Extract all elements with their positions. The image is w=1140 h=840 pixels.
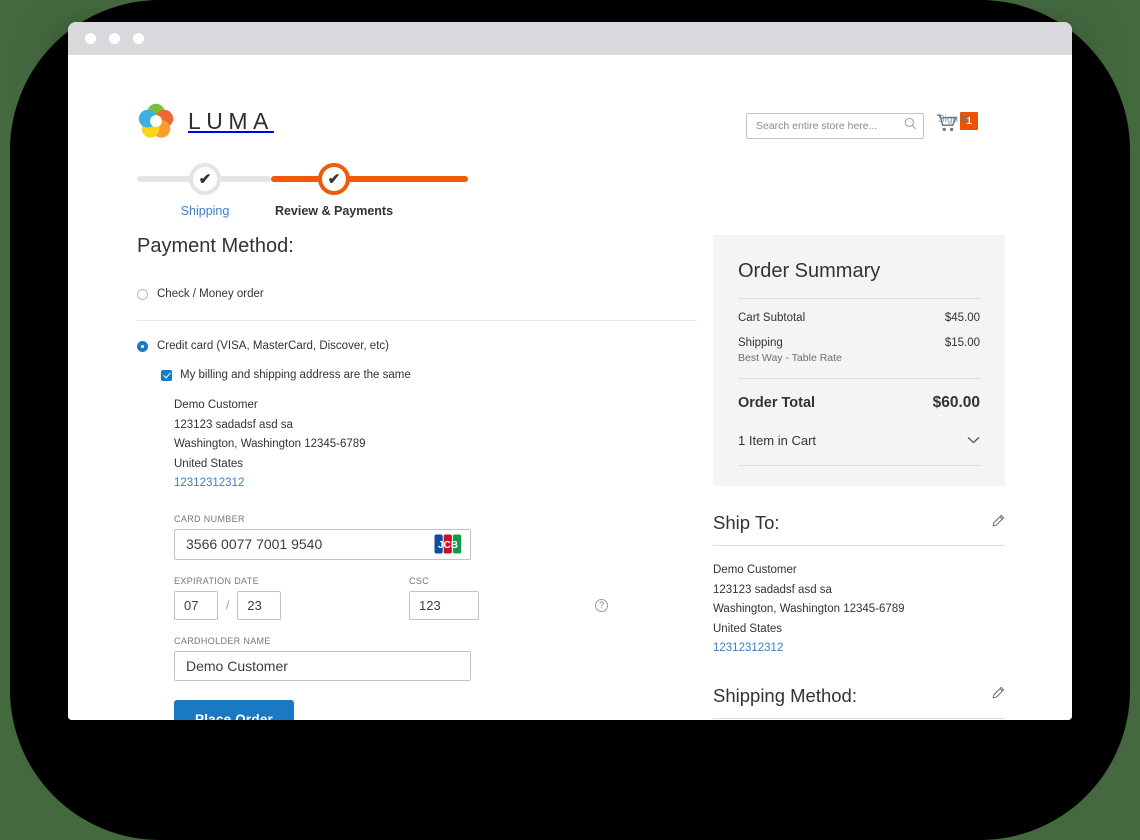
order-total-row: Order Total $60.00 <box>738 378 980 412</box>
expiration-date-group: EXPIRATION DATE / <box>174 576 409 620</box>
summary-row-value: $45.00 <box>945 312 980 324</box>
checkbox-icon-billing-same[interactable] <box>161 370 172 381</box>
browser-window: LUMA Sign In <box>68 22 1072 720</box>
search-box[interactable] <box>746 113 924 139</box>
place-order-button[interactable]: Place Order <box>174 700 294 721</box>
window-minimize-dot[interactable] <box>109 33 120 44</box>
ship-to-country: United States <box>713 620 1005 640</box>
question-mark-circle-icon[interactable]: ? <box>595 599 608 612</box>
ship-to-title: Ship To: <box>713 512 780 534</box>
summary-shipping-note: Best Way - Table Rate <box>738 349 980 364</box>
order-total-label: Order Total <box>738 395 815 411</box>
payment-option-credit-card[interactable]: Credit card (VISA, MasterCard, Discover,… <box>137 337 697 355</box>
card-number-label: CARD NUMBER <box>174 514 697 524</box>
order-summary-panel: Order Summary Cart Subtotal $45.00 Shipp… <box>713 235 1005 486</box>
luma-logo-link[interactable]: LUMA <box>137 102 274 140</box>
luma-wordmark: LUMA <box>188 108 274 135</box>
summary-row-label: Cart Subtotal <box>738 312 805 324</box>
svg-text:JCB: JCB <box>438 540 458 551</box>
payment-option-label: Check / Money order <box>157 288 264 300</box>
billing-same-as-shipping-row[interactable]: My billing and shipping address are the … <box>161 369 697 381</box>
summary-row-cart-subtotal: Cart Subtotal $45.00 <box>738 299 980 324</box>
csc-field[interactable]: ? <box>409 591 479 620</box>
site-header: LUMA Sign In <box>68 55 1072 127</box>
shipping-method-value: Best Way - Table Rate <box>713 719 1005 721</box>
payment-option-label: Credit card (VISA, MasterCard, Discover,… <box>157 340 389 352</box>
window-close-dot[interactable] <box>85 33 96 44</box>
card-number-input[interactable] <box>186 536 434 552</box>
summary-column: Order Summary Cart Subtotal $45.00 Shipp… <box>713 235 1005 720</box>
card-number-group: CARD NUMBER JCB <box>174 514 697 560</box>
ship-to-street: 123123 sadadsf asd sa <box>713 581 1005 601</box>
chevron-down-icon[interactable] <box>967 431 980 449</box>
payment-options-divider <box>137 320 697 321</box>
radio-icon-credit-card[interactable] <box>137 341 148 352</box>
order-total-value: $60.00 <box>933 394 980 412</box>
shipping-method-header: Shipping Method: <box>713 685 1005 719</box>
ship-to-city-state-zip: Washington, Washington 12345-6789 <box>713 600 1005 620</box>
jcb-card-icon: JCB <box>434 534 462 554</box>
csc-label: CSC <box>409 576 479 586</box>
ship-to-address: Demo Customer 123123 sadadsf asd sa Wash… <box>713 546 1005 659</box>
checkout-progress-bar: ✔ Shipping ✔ Review & Payments <box>137 163 477 227</box>
billing-country: United States <box>174 455 697 475</box>
pencil-edit-icon[interactable] <box>991 514 1005 533</box>
cardholder-name-input[interactable] <box>186 658 470 674</box>
progress-knob-shipping[interactable]: ✔ <box>189 163 221 195</box>
payment-method-heading: Payment Method: <box>137 235 697 258</box>
expiration-csc-row: EXPIRATION DATE / <box>174 576 697 620</box>
card-number-field[interactable]: JCB <box>174 529 471 560</box>
checkout-body: Payment Method: Check / Money order Cred… <box>68 235 1072 720</box>
csc-input[interactable] <box>419 598 595 613</box>
pencil-edit-icon[interactable] <box>991 686 1005 705</box>
payment-column: Payment Method: Check / Money order Cred… <box>137 235 697 720</box>
order-summary-title: Order Summary <box>738 260 980 299</box>
payment-option-check-money-order[interactable]: Check / Money order <box>137 285 697 303</box>
cardholder-name-field[interactable] <box>174 651 471 681</box>
browser-title-bar <box>68 22 1072 55</box>
csc-group: CSC ? <box>409 576 479 620</box>
cardholder-name-group: CARDHOLDER NAME <box>174 636 697 681</box>
summary-row-shipping: Shipping $15.00 <box>738 324 980 349</box>
check-icon: ✔ <box>199 172 212 187</box>
summary-row-value: $15.00 <box>945 337 980 349</box>
radio-icon-check-money-order[interactable] <box>137 289 148 300</box>
ship-to-phone[interactable]: 12312312312 <box>713 639 1005 659</box>
expiration-date-label: EXPIRATION DATE <box>174 576 409 586</box>
summary-row-label: Shipping <box>738 337 783 349</box>
mini-cart[interactable]: Sign In 1 <box>936 111 980 137</box>
ship-to-header: Ship To: <box>713 512 1005 546</box>
sign-in-link[interactable]: Sign In <box>938 114 969 125</box>
shipping-method-section: Shipping Method: Best Way - Table Rate <box>713 685 1005 721</box>
cardholder-name-label: CARDHOLDER NAME <box>174 636 697 646</box>
page-canvas: LUMA Sign In <box>68 55 1072 720</box>
progress-knob-review-payments[interactable]: ✔ <box>318 163 350 195</box>
billing-street: 123123 sadadsf asd sa <box>174 416 697 436</box>
billing-city-state-zip: Washington, Washington 12345-6789 <box>174 435 697 455</box>
progress-step-review-payments[interactable]: ✔ Review & Payments <box>234 163 434 218</box>
ship-to-name: Demo Customer <box>713 561 1005 581</box>
billing-phone[interactable]: 12312312312 <box>174 474 697 494</box>
cart-items-label: 1 Item in Cart <box>738 433 816 448</box>
expiration-month-field[interactable] <box>174 591 218 620</box>
cart-items-toggle[interactable]: 1 Item in Cart <box>738 412 980 466</box>
expiration-month-input[interactable] <box>184 598 217 613</box>
shipping-method-title: Shipping Method: <box>713 685 857 707</box>
expiration-year-input[interactable] <box>247 598 280 613</box>
expiration-separator: / <box>226 598 229 612</box>
progress-label-review-payments: Review & Payments <box>234 204 434 218</box>
luma-flower-logo-icon <box>137 102 175 140</box>
search-input[interactable] <box>756 120 904 132</box>
billing-name: Demo Customer <box>174 396 697 416</box>
expiration-year-field[interactable] <box>237 591 281 620</box>
credit-card-form: My billing and shipping address are the … <box>161 369 697 720</box>
ship-to-section: Ship To: Demo Customer 123123 sadadsf as… <box>713 512 1005 659</box>
check-icon: ✔ <box>328 172 341 187</box>
billing-address-block: Demo Customer 123123 sadadsf asd sa Wash… <box>174 396 697 494</box>
billing-same-label: My billing and shipping address are the … <box>180 369 411 381</box>
search-icon[interactable] <box>904 117 917 135</box>
window-maximize-dot[interactable] <box>133 33 144 44</box>
